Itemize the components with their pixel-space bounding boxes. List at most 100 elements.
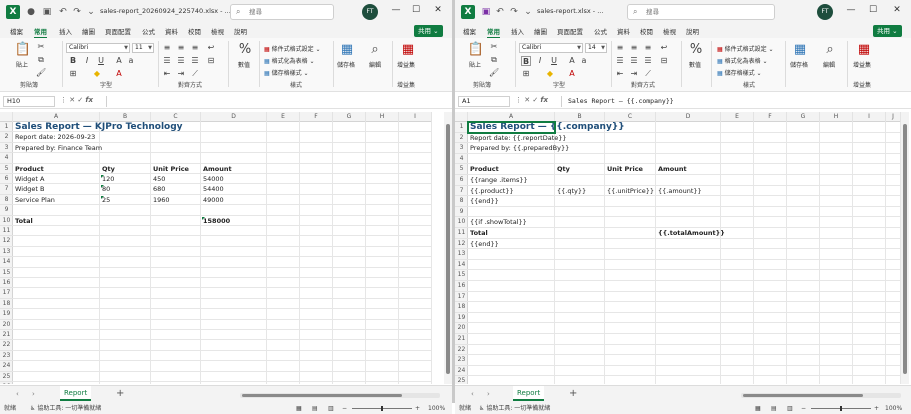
- row-header-24[interactable]: 24: [0, 361, 13, 372]
- worksheet-grid[interactable]: A B C D E F G H I 1 2 3 4 5 6 7 8 9 10 11 12 13 14 15 16 17 18 19 20…: [0, 112, 444, 384]
- shrink-font-icon[interactable]: a: [579, 56, 589, 66]
- cell-c5[interactable]: Unit Price: [605, 164, 643, 175]
- column-header-g[interactable]: G: [787, 112, 820, 122]
- cell-a3[interactable]: Prepared by: Finance Team: [13, 143, 102, 153]
- zoom-in-icon[interactable]: +: [874, 403, 879, 414]
- number-format-icon[interactable]: %: [236, 42, 254, 57]
- avatar[interactable]: FT: [362, 4, 378, 20]
- row-header-8[interactable]: 8: [455, 196, 468, 207]
- row-header-20[interactable]: 20: [455, 323, 468, 334]
- cell-d7[interactable]: 54400: [201, 184, 224, 194]
- shrink-font-icon[interactable]: a: [126, 56, 136, 66]
- column-header-e[interactable]: E: [267, 112, 300, 122]
- grow-font-icon[interactable]: A: [114, 56, 124, 66]
- merge-icon[interactable]: ⊟: [206, 56, 216, 66]
- row-header-15[interactable]: 15: [455, 270, 468, 281]
- addins-icon[interactable]: ▦: [855, 42, 873, 57]
- page-break-view-icon[interactable]: ▥: [787, 403, 793, 414]
- row-header-9[interactable]: 9: [455, 207, 468, 218]
- maximize-icon[interactable]: ☐: [867, 5, 879, 15]
- customize-qat-icon[interactable]: ⌄: [84, 5, 98, 19]
- autosave-toggle-icon[interactable]: ●: [24, 5, 38, 19]
- align-right-icon[interactable]: ☰: [190, 56, 200, 66]
- accessibility-status[interactable]: ♿ 協助工具: 一切準備就緒: [30, 403, 101, 414]
- cell-b5[interactable]: Qty: [555, 164, 570, 175]
- format-painter-icon[interactable]: 🖌: [36, 68, 46, 78]
- row-header-13[interactable]: 13: [0, 247, 13, 258]
- row-header-6[interactable]: 6: [0, 174, 13, 185]
- column-header-j[interactable]: J: [886, 112, 901, 122]
- format-painter-icon[interactable]: 🖌: [489, 68, 499, 78]
- row-header-14[interactable]: 14: [0, 257, 13, 268]
- column-header-f[interactable]: F: [300, 112, 333, 122]
- format-table-button[interactable]: ▦ 格式化為表格 ⌄: [717, 56, 768, 65]
- font-name-select[interactable]: Calibri ▼: [519, 43, 583, 53]
- cell-c8[interactable]: 1960: [151, 195, 170, 205]
- error-indicator-icon[interactable]: [202, 216, 205, 220]
- row-header-19[interactable]: 19: [0, 309, 13, 320]
- number-format-icon[interactable]: %: [687, 42, 705, 57]
- column-header-g[interactable]: G: [333, 112, 366, 122]
- cell-b7[interactable]: {{.qty}}: [555, 186, 586, 197]
- error-indicator-icon[interactable]: [101, 175, 104, 178]
- row-header-10[interactable]: 10: [455, 217, 468, 228]
- row-header-5[interactable]: 5: [455, 164, 468, 175]
- horizontal-scrollbar[interactable]: [741, 393, 901, 398]
- avatar[interactable]: FT: [817, 4, 833, 20]
- formula-input[interactable]: [106, 96, 442, 107]
- column-header-i[interactable]: I: [399, 112, 432, 122]
- decrease-indent-icon[interactable]: ⇤: [615, 69, 625, 79]
- page-break-view-icon[interactable]: ▥: [328, 403, 334, 414]
- bold-icon[interactable]: B: [68, 56, 78, 66]
- share-button[interactable]: 共用 ⌄: [414, 25, 443, 37]
- row-header-3[interactable]: 3: [455, 143, 468, 154]
- sheet-tab-report[interactable]: Report: [513, 386, 545, 401]
- tab-insert[interactable]: 插入: [59, 26, 72, 36]
- row-header-25[interactable]: 25: [0, 372, 13, 382]
- cell-c6[interactable]: 450: [151, 174, 165, 184]
- row-header-18[interactable]: 18: [0, 299, 13, 310]
- error-indicator-icon[interactable]: [101, 185, 104, 189]
- column-header-b[interactable]: B: [555, 112, 605, 122]
- page-layout-view-icon[interactable]: ▤: [312, 403, 318, 414]
- tab-help[interactable]: 說明: [234, 26, 247, 36]
- zoom-in-icon[interactable]: +: [415, 403, 420, 414]
- cell-styles-button[interactable]: ▦ 儲存格樣式 ⌄: [264, 68, 309, 77]
- row-header-20[interactable]: 20: [0, 320, 13, 330]
- italic-icon[interactable]: I: [535, 56, 545, 66]
- tab-view[interactable]: 檢視: [663, 26, 676, 36]
- zoom-out-icon[interactable]: −: [342, 403, 347, 414]
- search-input[interactable]: ⌕ 搜尋: [230, 4, 334, 20]
- bold-icon[interactable]: B: [521, 56, 531, 66]
- row-header-1[interactable]: 1: [0, 122, 13, 133]
- normal-view-icon[interactable]: ▦: [296, 403, 302, 414]
- cell-a2[interactable]: Report date: {{.reportDate}}: [468, 133, 567, 144]
- cell-a5[interactable]: Product: [468, 164, 499, 175]
- align-bottom-icon[interactable]: ≡: [643, 43, 653, 53]
- column-header-e[interactable]: E: [721, 112, 754, 122]
- name-box[interactable]: A1: [458, 96, 510, 107]
- row-header-23[interactable]: 23: [455, 355, 468, 366]
- cell-styles-button[interactable]: ▦ 儲存格樣式 ⌄: [717, 68, 762, 77]
- prev-sheet-icon[interactable]: ‹: [16, 390, 19, 398]
- save-icon[interactable]: ▣: [479, 5, 493, 19]
- row-header-26[interactable]: 26: [0, 382, 13, 384]
- row-header-7[interactable]: 7: [0, 184, 13, 195]
- increase-indent-icon[interactable]: ⇥: [629, 69, 639, 79]
- add-sheet-icon[interactable]: +: [116, 388, 124, 399]
- row-header-16[interactable]: 16: [455, 281, 468, 292]
- row-header-8[interactable]: 8: [0, 195, 13, 206]
- orientation-icon[interactable]: ⟋: [190, 69, 200, 79]
- row-header-2[interactable]: 2: [455, 133, 468, 144]
- column-header-c[interactable]: C: [605, 112, 656, 122]
- formula-input[interactable]: Sales Report — {{.company}}: [561, 96, 897, 107]
- tab-draw[interactable]: 繪圖: [534, 26, 547, 36]
- save-icon[interactable]: ▣: [40, 5, 54, 19]
- column-header-b[interactable]: B: [100, 112, 151, 122]
- format-table-button[interactable]: ▦ 格式化為表格 ⌄: [264, 56, 315, 65]
- prev-sheet-icon[interactable]: ‹: [471, 390, 474, 398]
- tab-review[interactable]: 校閱: [640, 26, 653, 36]
- conditional-format-button[interactable]: ▦ 條件式格式設定 ⌄: [717, 44, 774, 53]
- underline-icon[interactable]: U: [96, 56, 106, 66]
- customize-qat-icon[interactable]: ⌄: [521, 5, 535, 19]
